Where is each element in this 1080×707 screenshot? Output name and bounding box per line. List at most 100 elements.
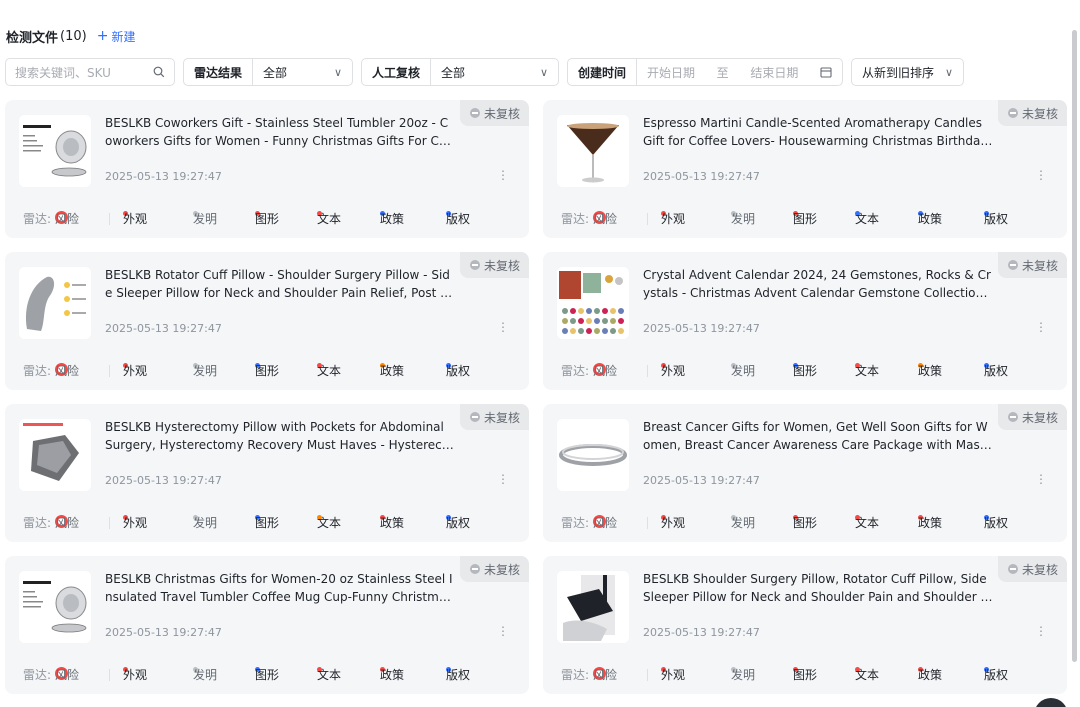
radar-summary: 雷达: 风险 外观 发明 图形 文本 政策 版权: [561, 211, 1061, 227]
search-placeholder: 搜索关键词、SKU: [15, 65, 111, 80]
radar-summary: 雷达: 风险 外观 发明 图形 文本 政策 版权: [561, 667, 1061, 683]
product-thumbnail[interactable]: [557, 267, 629, 339]
minus-circle-icon: [1007, 108, 1018, 118]
more-options-icon[interactable]: ⋮: [497, 168, 509, 182]
tag-label: 外观: [123, 668, 148, 682]
product-thumbnail[interactable]: [19, 115, 91, 187]
more-options-icon[interactable]: ⋮: [497, 624, 509, 638]
radar-label: 雷达:: [23, 668, 52, 682]
tag-label: 外观: [123, 212, 148, 226]
product-title[interactable]: BESLKB Coworkers Gift - Stainless Steel …: [105, 114, 455, 150]
product-thumbnail[interactable]: [19, 419, 91, 491]
review-status-label: 未复核: [483, 106, 520, 121]
tag-label: 图形: [793, 212, 818, 226]
plus-icon: +: [96, 28, 109, 44]
divider: [647, 517, 648, 529]
product-thumbnail[interactable]: [557, 115, 629, 187]
risk-label: 风险: [55, 364, 80, 378]
minus-circle-icon: [469, 108, 480, 118]
radar-summary: 雷达: 风险 外观 发明 图形 文本 政策 版权: [23, 667, 523, 683]
tag-label: 文本: [317, 212, 342, 226]
divider: [109, 517, 110, 529]
chevron-down-icon: ∨: [944, 65, 953, 79]
tag-label: 政策: [918, 212, 943, 226]
manual-review-select[interactable]: 人工复核 全部 ∨: [361, 58, 559, 86]
radar-result-select[interactable]: 雷达结果 全部 ∨: [183, 58, 353, 86]
new-button-label: 新建: [111, 29, 136, 44]
more-options-icon[interactable]: ⋮: [497, 472, 509, 486]
tag-label: 图形: [255, 364, 280, 378]
more-options-icon[interactable]: ⋮: [1035, 472, 1047, 486]
radar-summary: 雷达: 风险 外观 发明 图形 文本 政策 版权: [561, 515, 1061, 531]
file-card[interactable]: BESLKB Hysterectomy Pillow with Pockets …: [5, 404, 529, 542]
tag-label: 外观: [123, 516, 148, 530]
more-options-icon[interactable]: ⋮: [1035, 168, 1047, 182]
start-date-input[interactable]: 开始日期: [647, 64, 695, 81]
tag-label: 发明: [731, 668, 756, 682]
tag-label: 文本: [317, 668, 342, 682]
search-input[interactable]: 搜索关键词、SKU: [5, 58, 175, 86]
tag-label: 版权: [984, 516, 1009, 530]
radar-label: 雷达:: [561, 364, 590, 378]
tag-label: 外观: [123, 364, 148, 378]
review-status-label: 未复核: [1021, 410, 1058, 425]
product-title[interactable]: Crystal Advent Calendar 2024, 24 Gemston…: [643, 266, 993, 302]
created-time: 2025-05-13 19:27:47: [643, 322, 760, 335]
minus-circle-icon: [469, 260, 480, 270]
tag-label: 图形: [255, 212, 280, 226]
product-thumbnail[interactable]: [19, 267, 91, 339]
manual-review-label: 人工复核: [362, 59, 432, 85]
review-status-badge: 未复核: [459, 556, 529, 582]
file-card[interactable]: Breast Cancer Gifts for Women, Get Well …: [543, 404, 1067, 542]
new-button[interactable]: + 新建: [97, 28, 136, 45]
file-card[interactable]: Espresso Martini Candle-Scented Aromathe…: [543, 100, 1067, 238]
end-date-input[interactable]: 结束日期: [750, 64, 798, 81]
sort-value: 从新到旧排序: [862, 65, 935, 80]
scrollbar[interactable]: [1072, 30, 1077, 662]
divider: [109, 213, 110, 225]
created-time: 2025-05-13 19:27:47: [105, 626, 222, 639]
tag-label: 图形: [793, 668, 818, 682]
floating-action-button[interactable]: [1034, 698, 1068, 707]
product-thumbnail[interactable]: [557, 419, 629, 491]
tag-label: 版权: [984, 212, 1009, 226]
divider: [647, 669, 648, 681]
product-title[interactable]: Breast Cancer Gifts for Women, Get Well …: [643, 418, 993, 454]
file-card[interactable]: BESLKB Rotator Cuff Pillow - Shoulder Su…: [5, 252, 529, 390]
review-status-label: 未复核: [483, 410, 520, 425]
chevron-down-icon: ∨: [539, 65, 548, 79]
radar-result-label: 雷达结果: [184, 59, 254, 85]
tag-label: 外观: [661, 668, 686, 682]
calendar-icon: [820, 67, 832, 78]
risk-label: 风险: [593, 668, 618, 682]
product-thumbnail[interactable]: [557, 571, 629, 643]
product-title[interactable]: BESLKB Christmas Gifts for Women-20 oz S…: [105, 570, 455, 606]
review-status-label: 未复核: [1021, 562, 1058, 577]
file-card[interactable]: BESLKB Shoulder Surgery Pillow, Rotator …: [543, 556, 1067, 694]
sort-select[interactable]: 从新到旧排序 ∨: [851, 58, 964, 86]
more-options-icon[interactable]: ⋮: [1035, 624, 1047, 638]
tag-label: 版权: [446, 212, 471, 226]
tag-label: 版权: [984, 668, 1009, 682]
tag-label: 图形: [793, 364, 818, 378]
review-status-badge: 未复核: [459, 100, 529, 126]
more-options-icon[interactable]: ⋮: [497, 320, 509, 334]
product-title[interactable]: BESLKB Rotator Cuff Pillow - Shoulder Su…: [105, 266, 455, 302]
product-title[interactable]: Espresso Martini Candle-Scented Aromathe…: [643, 114, 993, 150]
radar-result-value: 全部: [263, 65, 288, 80]
tag-label: 版权: [446, 668, 471, 682]
more-options-icon[interactable]: ⋮: [1035, 320, 1047, 334]
review-status-badge: 未复核: [459, 252, 529, 278]
product-thumbnail[interactable]: [19, 571, 91, 643]
file-card[interactable]: BESLKB Christmas Gifts for Women-20 oz S…: [5, 556, 529, 694]
review-status-label: 未复核: [1021, 106, 1058, 121]
created-time-range[interactable]: 创建时间 开始日期 至 结束日期: [567, 58, 843, 86]
file-card[interactable]: BESLKB Coworkers Gift - Stainless Steel …: [5, 100, 529, 238]
filter-bar: 搜索关键词、SKU 雷达结果 全部 ∨ 人工复核 全部 ∨ 创建时间 开始日期 至 …: [5, 58, 964, 86]
radar-label: 雷达:: [561, 212, 590, 226]
divider: [647, 213, 648, 225]
product-title[interactable]: BESLKB Shoulder Surgery Pillow, Rotator …: [643, 570, 993, 606]
product-title[interactable]: BESLKB Hysterectomy Pillow with Pockets …: [105, 418, 455, 454]
radar-summary: 雷达: 风险 外观 发明 图形 文本 政策 版权: [561, 363, 1061, 379]
file-card[interactable]: Crystal Advent Calendar 2024, 24 Gemston…: [543, 252, 1067, 390]
